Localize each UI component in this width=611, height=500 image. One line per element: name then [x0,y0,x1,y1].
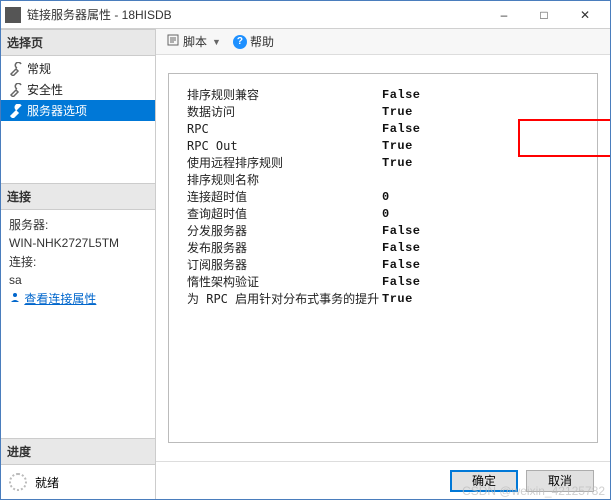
property-value[interactable]: False [382,258,421,272]
property-value[interactable]: False [382,275,421,289]
property-row[interactable]: 订阅服务器False [187,256,579,273]
nav-item-security[interactable]: 安全性 [1,79,155,100]
progress-panel: 就绪 [1,465,155,499]
script-button[interactable]: 脚本 ▼ [162,31,225,52]
window-buttons: – □ ✕ [484,2,606,28]
progress-header: 进度 [1,438,155,465]
wrench-icon [9,83,23,97]
property-value[interactable]: True [382,105,413,119]
window-title: 链接服务器属性 - 18HISDB [27,6,484,23]
property-value[interactable]: True [382,139,413,153]
property-value[interactable]: 0 [382,190,390,204]
server-label: 服务器: [9,216,147,233]
script-label: 脚本 [183,33,207,50]
script-icon [166,33,180,50]
connection-value: sa [9,273,147,287]
nav-label: 安全性 [27,81,63,98]
property-label: 分发服务器 [187,222,382,239]
app-icon [5,7,21,23]
toolbar: 脚本 ▼ ? 帮助 [156,29,610,55]
close-button[interactable]: ✕ [564,2,606,28]
property-row[interactable]: 数据访问True [187,103,579,120]
minimize-button[interactable]: – [484,2,524,28]
property-rows: 排序规则兼容False数据访问TrueRPCFalseRPC OutTrue使用… [169,74,597,319]
connection-header: 连接 [1,183,155,210]
view-connection-text[interactable]: 查看连接属性 [24,292,96,306]
progress-status: 就绪 [35,474,59,491]
property-label: 发布服务器 [187,239,382,256]
property-value[interactable]: False [382,88,421,102]
wrench-icon [9,62,23,76]
titlebar[interactable]: 链接服务器属性 - 18HISDB – □ ✕ [1,1,610,29]
property-label: 为 RPC 启用针对分布式事务的提升 [187,290,382,307]
property-label: 查询超时值 [187,205,382,222]
help-icon: ? [233,35,247,49]
property-value[interactable]: False [382,122,421,136]
spinner-icon [9,473,27,491]
property-row[interactable]: RPC OutTrue [187,137,579,154]
property-row[interactable]: 为 RPC 启用针对分布式事务的提升True [187,290,579,307]
property-label: 惰性架构验证 [187,273,382,290]
property-row[interactable]: 连接超时值0 [187,188,579,205]
server-value: WIN-NHK2727L5TM [9,236,147,250]
property-value[interactable]: True [382,292,413,306]
help-label: 帮助 [250,33,274,50]
nav-label: 常规 [27,60,51,77]
main-area: 脚本 ▼ ? 帮助 排序规则兼容False数据访问TrueRPCFalseRPC… [156,29,610,499]
property-row[interactable]: 查询超时值0 [187,205,579,222]
view-connection-link[interactable]: 查看连接属性 [9,290,147,307]
property-row[interactable]: 排序规则名称 [187,171,579,188]
select-page-header: 选择页 [1,29,155,56]
content: 排序规则兼容False数据访问TrueRPCFalseRPC OutTrue使用… [156,55,610,461]
property-value[interactable]: False [382,224,421,238]
ok-button[interactable]: 确定 [450,470,518,492]
wrench-icon [9,104,23,118]
maximize-button[interactable]: □ [524,2,564,28]
property-label: 数据访问 [187,103,382,120]
property-label: RPC Out [187,139,382,153]
property-label: RPC [187,122,382,136]
connection-label: 连接: [9,253,147,270]
property-label: 订阅服务器 [187,256,382,273]
sidebar: 选择页 常规 安全性 服务器选项 连接 服务器: WIN-NHK2727L5TM [1,29,156,499]
property-row[interactable]: RPCFalse [187,120,579,137]
chevron-down-icon: ▼ [212,37,221,47]
dialog-body: 选择页 常规 安全性 服务器选项 连接 服务器: WIN-NHK2727L5TM [1,29,610,499]
nav-item-server-options[interactable]: 服务器选项 [1,100,155,121]
property-row[interactable]: 惰性架构验证False [187,273,579,290]
property-label: 连接超时值 [187,188,382,205]
property-value[interactable]: 0 [382,207,390,221]
footer: 确定 取消 [156,461,610,499]
property-value[interactable]: True [382,156,413,170]
property-row[interactable]: 分发服务器False [187,222,579,239]
nav-item-general[interactable]: 常规 [1,58,155,79]
property-label: 排序规则名称 [187,171,382,188]
help-button[interactable]: ? 帮助 [229,31,278,52]
property-row[interactable]: 发布服务器False [187,239,579,256]
nav-label: 服务器选项 [27,102,87,119]
property-row[interactable]: 排序规则兼容False [187,86,579,103]
property-panel: 排序规则兼容False数据访问TrueRPCFalseRPC OutTrue使用… [168,73,598,443]
property-label: 使用远程排序规则 [187,154,382,171]
property-row[interactable]: 使用远程排序规则True [187,154,579,171]
property-value[interactable]: False [382,241,421,255]
connection-panel: 服务器: WIN-NHK2727L5TM 连接: sa 查看连接属性 [1,210,155,316]
dialog-window: 链接服务器属性 - 18HISDB – □ ✕ 选择页 常规 安全性 服务器选项 [0,0,611,500]
person-icon [9,292,21,306]
property-label: 排序规则兼容 [187,86,382,103]
cancel-button[interactable]: 取消 [526,470,594,492]
nav-list: 常规 安全性 服务器选项 [1,56,155,183]
